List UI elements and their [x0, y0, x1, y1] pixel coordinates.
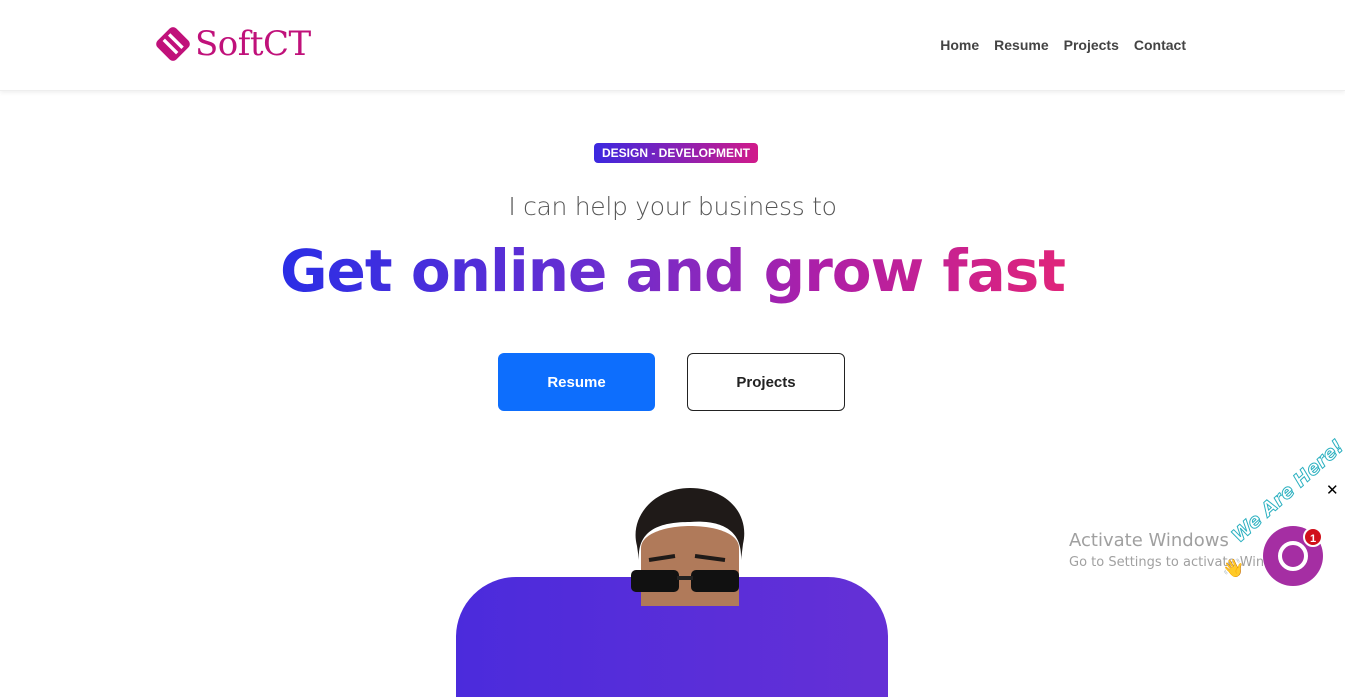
waving-hand-icon: 👋	[1222, 558, 1245, 579]
chat-unread-badge: 1	[1303, 527, 1323, 547]
projects-button[interactable]: Projects	[687, 353, 845, 411]
brand-name: SoftCT	[195, 24, 311, 64]
main-nav: Home Resume Projects Contact	[940, 37, 1186, 53]
hero-headline: Get online and grow fast	[0, 236, 1345, 306]
chat-bubble-icon	[1278, 541, 1308, 571]
profile-photo	[631, 488, 745, 606]
resume-button[interactable]: Resume	[498, 353, 655, 411]
nav-link-contact[interactable]: Contact	[1134, 37, 1186, 53]
nav-link-home[interactable]: Home	[940, 37, 979, 53]
nav-link-resume[interactable]: Resume	[994, 37, 1048, 53]
hero-subtitle: I can help your business to	[508, 192, 837, 221]
hero-badge: DESIGN - DEVELOPMENT	[594, 143, 759, 163]
close-icon[interactable]: ✕	[1326, 481, 1339, 499]
navbar: SoftCT Home Resume Projects Contact	[0, 0, 1345, 91]
hero-headline-text: Get online and grow fast	[279, 237, 1066, 305]
logo-icon	[156, 27, 190, 61]
nav-link-projects[interactable]: Projects	[1064, 37, 1119, 53]
brand-logo[interactable]: SoftCT	[154, 24, 311, 64]
